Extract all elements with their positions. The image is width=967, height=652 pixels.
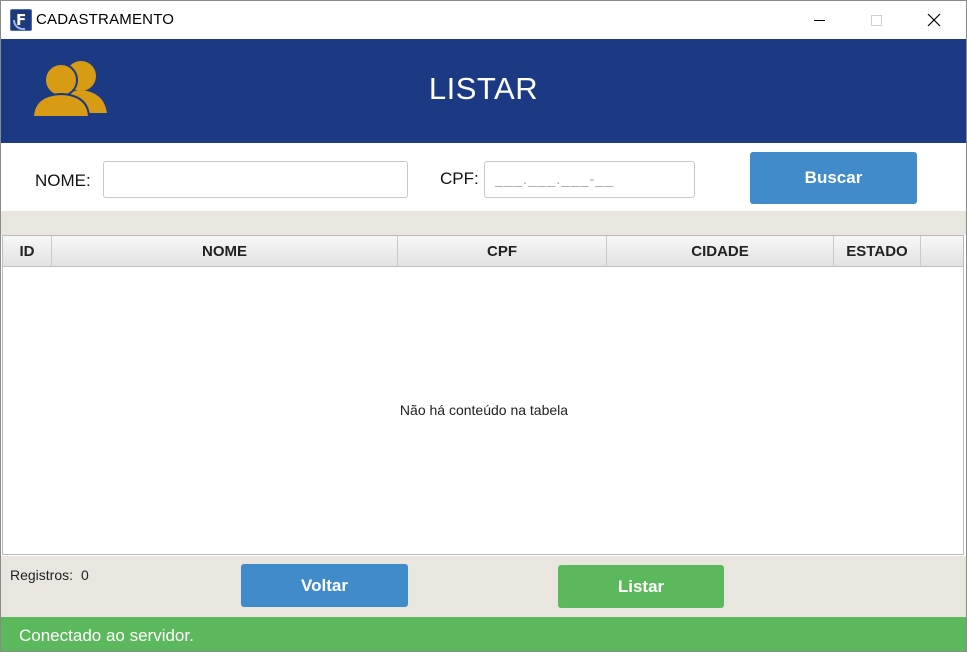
column-header-filler [921, 236, 963, 266]
nome-input[interactable] [103, 161, 408, 198]
footer-panel: Registros: 0 Voltar Listar [1, 556, 966, 617]
column-header-estado[interactable]: ESTADO [834, 236, 921, 266]
separator-strip [1, 211, 966, 235]
buscar-button[interactable]: Buscar [750, 152, 917, 204]
empty-table-message: Não há conteúdo na tabela [399, 402, 569, 418]
search-form: NOME: CPF: Buscar [1, 143, 966, 211]
table-header: ID NOME CPF CIDADE ESTADO [3, 236, 963, 267]
close-button[interactable] [905, 1, 963, 39]
maximize-icon [870, 14, 882, 26]
cpf-input[interactable] [484, 161, 695, 198]
column-header-cidade[interactable]: CIDADE [607, 236, 834, 266]
page-title: LISTAR [428, 71, 539, 106]
status-bar: Conectado ao servidor. [1, 617, 966, 651]
results-table[interactable]: ID NOME CPF CIDADE ESTADO Não há conteúd… [2, 235, 964, 555]
close-icon [927, 13, 941, 27]
column-header-cpf[interactable]: CPF [398, 236, 607, 266]
maximize-button [847, 1, 905, 39]
cpf-label: CPF: [440, 169, 479, 188]
registros-label: Registros: [10, 567, 74, 583]
registros-count: 0 [81, 567, 89, 583]
column-header-nome[interactable]: NOME [52, 236, 398, 266]
page-header: LISTAR [1, 39, 966, 143]
app-f-icon: F [10, 9, 32, 31]
minimize-icon [813, 19, 825, 21]
app-window: F CADASTRAMENTO LISTAR NOME: CPF: ___.__… [0, 0, 967, 652]
status-text: Conectado ao servidor. [19, 626, 194, 645]
window-title: CADASTRAMENTO [36, 11, 175, 28]
minimize-button[interactable] [790, 1, 848, 39]
title-bar[interactable]: F CADASTRAMENTO [1, 1, 966, 39]
voltar-button[interactable]: Voltar [241, 564, 408, 607]
listar-button[interactable]: Listar [558, 565, 724, 608]
nome-label: NOME: [35, 171, 91, 190]
column-header-id[interactable]: ID [3, 236, 52, 266]
